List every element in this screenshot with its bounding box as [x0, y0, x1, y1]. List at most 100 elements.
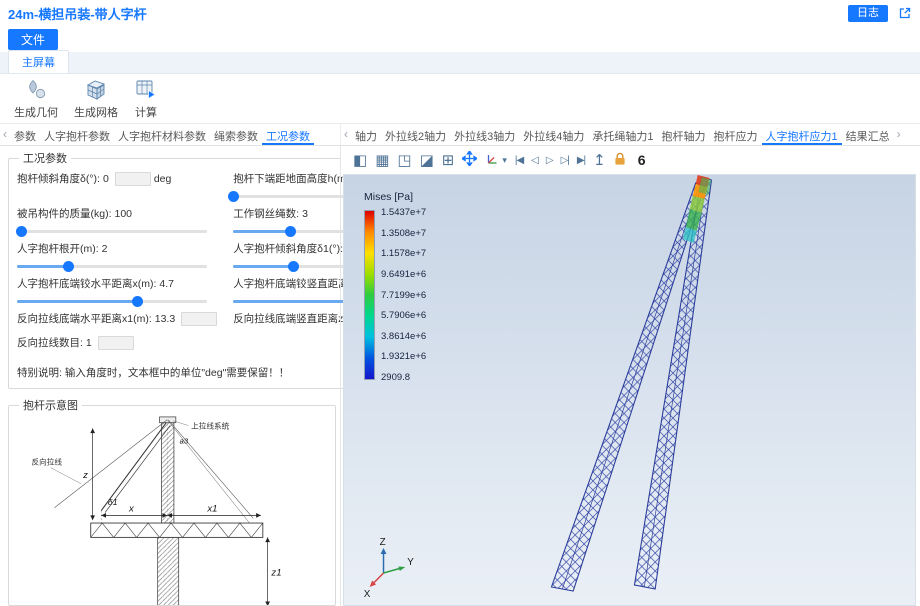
- field-label: 工作钢丝绳数:: [233, 206, 299, 221]
- log-button[interactable]: 日志: [848, 5, 888, 22]
- field-pole-tilt-angle: 抱杆倾斜角度δ(°): 0 deg: [17, 168, 217, 203]
- tab-guy4-axial[interactable]: 外拉线4轴力: [519, 124, 588, 145]
- reverse-guy-count-input[interactable]: [98, 336, 134, 350]
- prev-frame-icon[interactable]: ◁: [531, 155, 538, 166]
- field-reverse-guy-x1: 反向拉线底端水平距离x1(m): 13.3: [17, 308, 217, 332]
- ribbon-item-label: 计算: [135, 104, 157, 120]
- header: 24m-横担吊装-带人字杆 日志: [0, 0, 920, 26]
- field-value: 4.7: [159, 278, 174, 290]
- dim-a3-label: a3: [180, 437, 189, 446]
- field-unit: deg: [154, 173, 172, 185]
- field-label: 抱杆下端距地面高度h(m):: [233, 171, 352, 186]
- menubar: 文件: [0, 26, 920, 52]
- last-frame-icon[interactable]: ▶|: [577, 155, 585, 166]
- field-value: 2: [102, 243, 108, 255]
- axis-z-label: Z: [380, 537, 386, 548]
- dim-z-label: z: [82, 470, 88, 481]
- tab-guy3-axial[interactable]: 外拉线3轴力: [450, 124, 519, 145]
- field-value: 0: [103, 173, 109, 185]
- field-value: 1: [86, 337, 92, 349]
- field-label: 反向拉线数目:: [17, 335, 83, 350]
- condition-group-title: 工况参数: [19, 150, 71, 166]
- field-label: 被吊构件的质量(kg):: [17, 206, 112, 221]
- field-label: 人字抱杆底端铰水平距离x(m):: [17, 276, 156, 291]
- load-mass-slider[interactable]: [17, 224, 207, 238]
- field-label: 抱杆倾斜角度δ(°):: [17, 171, 100, 186]
- probe-icon[interactable]: ◳: [397, 153, 411, 168]
- axis-x-label: X: [364, 589, 371, 600]
- first-frame-icon[interactable]: |◀: [515, 155, 523, 166]
- dim-delta1-label: δ1: [108, 497, 118, 507]
- field-load-mass: 被吊构件的质量(kg): 100: [17, 203, 217, 238]
- tab-axial-force[interactable]: 轴力: [351, 124, 381, 145]
- result-tabs-scroll-left-icon[interactable]: ‹: [341, 124, 351, 145]
- section-view-icon[interactable]: ◪: [420, 153, 434, 168]
- tab-support-rope-axial1[interactable]: 承托绳轴力1: [588, 124, 657, 145]
- mesh-icon: [84, 78, 108, 103]
- param-tab-strip: ‹ 参数 人字抱杆参数 人字抱杆材料参数 绳索参数 工况参数: [0, 124, 340, 145]
- ribbon-item-label: 生成几何: [14, 104, 58, 120]
- tab-main-screen[interactable]: 主屏幕: [8, 50, 69, 73]
- pole-tilt-angle-input[interactable]: [115, 172, 151, 186]
- field-label: 反向拉线底端水平距离x1(m):: [17, 311, 152, 326]
- viewport-3d[interactable]: Mises [Pa] 1.5437e+7 1.3508e+7 1.1578e+7…: [343, 174, 916, 606]
- schematic-groupbox: 抱杆示意图: [8, 397, 336, 606]
- tab-result-summary[interactable]: 结果汇总: [842, 124, 894, 145]
- split-view-icon[interactable]: ◧: [353, 153, 367, 168]
- schematic-group-title: 抱杆示意图: [19, 397, 82, 413]
- export-animation-icon[interactable]: ↥: [593, 153, 606, 168]
- field-reverse-guy-count: 反向拉线数目: 1: [17, 332, 217, 356]
- gin-pole-spread-slider[interactable]: [17, 259, 207, 273]
- tabs-row: ‹ 参数 人字抱杆参数 人字抱杆材料参数 绳索参数 工况参数 ‹ 轴力 外拉线2…: [0, 124, 920, 146]
- fit-view-icon[interactable]: [462, 151, 477, 169]
- gin-pole-model: Z Y X: [344, 175, 915, 605]
- result-tabs-scroll-right-icon[interactable]: ›: [894, 124, 904, 145]
- top-guy-system-label: 上拉线系统: [191, 420, 230, 430]
- screen-tab-strip: 主屏幕: [0, 52, 920, 74]
- compute-button[interactable]: 计算: [128, 75, 164, 123]
- tab-gin-pole-material-params[interactable]: 人字抱杆材料参数: [114, 124, 210, 145]
- field-label: 人字抱杆倾斜角度δ1(°):: [233, 241, 343, 256]
- file-menu-button[interactable]: 文件: [8, 29, 58, 50]
- field-gin-pole-x: 人字抱杆底端铰水平距离x(m): 4.7: [17, 273, 217, 308]
- content: 工况参数 抱杆倾斜角度δ(°): 0 deg 抱杆下端距地面高度h(m):: [0, 146, 920, 606]
- tab-pole-stress[interactable]: 抱杆应力: [710, 124, 762, 145]
- param-tabs-scroll-left-icon[interactable]: ‹: [0, 124, 10, 145]
- generate-geometry-button[interactable]: 生成几何: [8, 75, 64, 123]
- viewport-toolbar: ◧ ▦ ◳ ◪ ⊞ ▾ |◀ ◁ ▷ ▷| ▶| ↥: [341, 146, 920, 174]
- ribbon-toolbar: 生成几何 生成网格 计算: [0, 74, 920, 124]
- mesh-display-icon[interactable]: ▦: [375, 153, 389, 168]
- pick-axis-dropdown-icon[interactable]: ▾: [502, 155, 507, 166]
- field-value: 3: [302, 208, 308, 220]
- tab-pole-axial[interactable]: 抱杆轴力: [658, 124, 710, 145]
- dim-x1-label: x1: [206, 504, 217, 515]
- field-gin-pole-spread: 人字抱杆根开(m): 2: [17, 238, 217, 273]
- page-title: 24m-横担吊装-带人字杆: [8, 4, 147, 23]
- gin-pole-x-slider[interactable]: [17, 294, 207, 308]
- pole-schematic-drawing: z x x1 z1 δ1 a3 上拉线系统 反向拉线: [17, 415, 327, 606]
- next-frame-icon[interactable]: ▷|: [561, 155, 569, 166]
- tab-condition-params[interactable]: 工况参数: [262, 124, 314, 145]
- tab-guy2-axial[interactable]: 外拉线2轴力: [381, 124, 450, 145]
- compute-icon: [134, 78, 158, 103]
- dim-z1-label: z1: [270, 568, 281, 579]
- app-window: 24m-横担吊装-带人字杆 日志 文件 主屏幕 生成几何 生成网格: [0, 0, 920, 606]
- pick-axis-icon[interactable]: [485, 152, 499, 169]
- frame-number: 6: [638, 152, 646, 168]
- tab-gin-pole-stress1[interactable]: 人字抱杆应力1: [762, 124, 842, 145]
- dim-x-label: x: [128, 504, 135, 515]
- generate-mesh-button[interactable]: 生成网格: [68, 75, 124, 123]
- reverse-guy-x1-input[interactable]: [181, 312, 217, 326]
- display-mode-icon[interactable]: ⊞: [442, 153, 455, 168]
- lock-icon[interactable]: [614, 152, 626, 169]
- tab-params[interactable]: 参数: [10, 124, 40, 145]
- open-external-icon[interactable]: [898, 6, 912, 20]
- tab-rope-params[interactable]: 绳索参数: [210, 124, 262, 145]
- axes-triad: Z Y X: [364, 537, 414, 600]
- play-icon[interactable]: ▷: [546, 155, 553, 166]
- geometry-icon: [24, 78, 48, 103]
- tab-gin-pole-params[interactable]: 人字抱杆参数: [40, 124, 114, 145]
- reverse-guy-label: 反向拉线: [31, 457, 62, 467]
- axis-y-label: Y: [407, 557, 414, 568]
- viewport-panel: ◧ ▦ ◳ ◪ ⊞ ▾ |◀ ◁ ▷ ▷| ▶| ↥: [340, 146, 920, 606]
